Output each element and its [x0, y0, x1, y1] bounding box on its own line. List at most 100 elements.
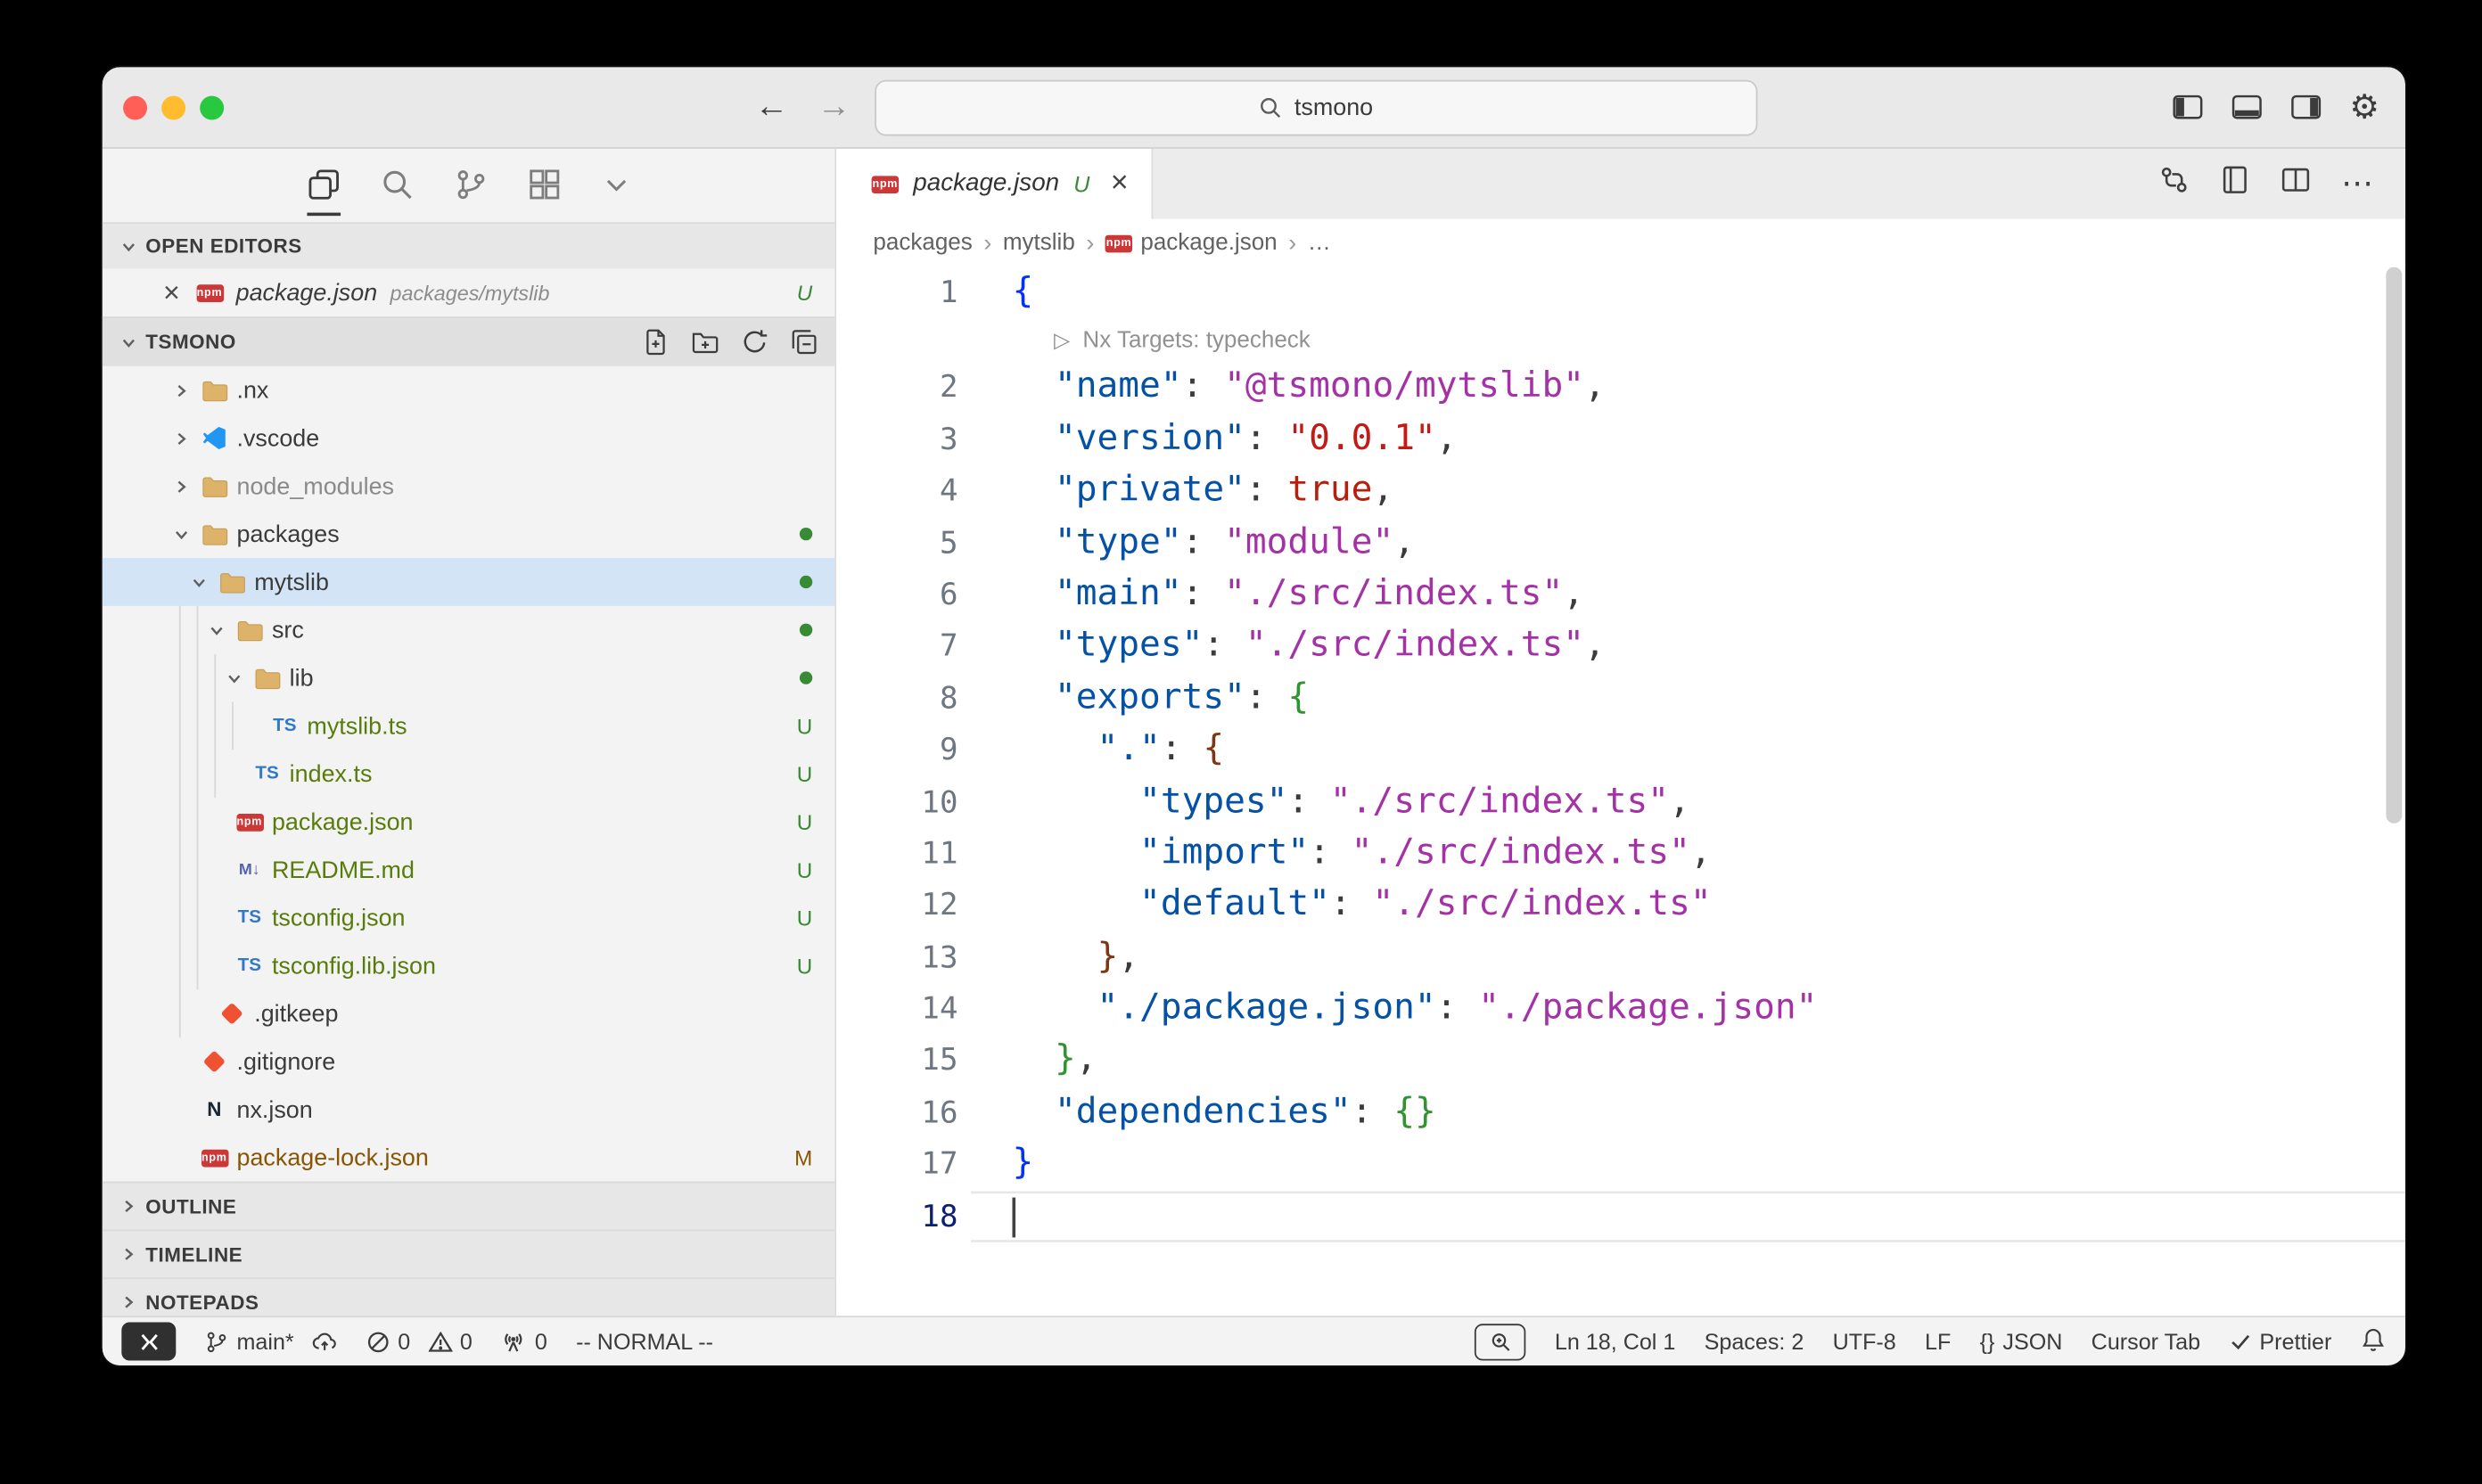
tree-item-tsconfig.lib.json[interactable]: TStsconfig.lib.jsonU: [103, 942, 835, 990]
tree-item-.vscode[interactable]: .vscode: [103, 414, 835, 463]
code-line-9: 9 ".": {: [836, 725, 2405, 776]
tree-item-package-lock.json[interactable]: npmpackage-lock.jsonM: [103, 1134, 835, 1182]
tree-item-packages[interactable]: packages: [103, 510, 835, 558]
chevron-icon: [121, 1295, 136, 1309]
command-center-search[interactable]: tsmono: [875, 80, 1757, 136]
tree-item-tsconfig.json[interactable]: TStsconfig.jsonU: [103, 894, 835, 942]
tab-git-badge: U: [1073, 171, 1089, 197]
code-editor[interactable]: 1{▷Nx Targets: typecheck2 "name": "@tsmo…: [836, 267, 2405, 1316]
notifications-bell-icon[interactable]: [2361, 1326, 2387, 1357]
language-item[interactable]: {}JSON: [1980, 1329, 2063, 1355]
tree-item-node_modules[interactable]: node_modules: [103, 462, 835, 510]
toggle-secondary-sidebar-icon[interactable]: [2290, 91, 2322, 123]
tab-package-json[interactable]: npm package.json U ×: [836, 149, 1152, 219]
twistie-icon: [174, 527, 188, 541]
eol-item[interactable]: LF: [1925, 1329, 1951, 1355]
git-status-badge: U: [797, 762, 812, 786]
tree-item-.nx[interactable]: .nx: [103, 366, 835, 414]
tree-item-src[interactable]: src: [103, 606, 835, 654]
toggle-sidebar-icon[interactable]: [2172, 91, 2204, 123]
collapse-folders-icon[interactable]: [790, 328, 818, 357]
more-actions-icon[interactable]: ⋯: [2341, 168, 2373, 200]
problems-item[interactable]: 0 0: [366, 1329, 472, 1355]
code-line-10: 10 "types": "./src/index.ts",: [836, 776, 2405, 828]
tree-item-label: .vscode: [236, 424, 319, 451]
tree-item-.gitignore[interactable]: .gitignore: [103, 1037, 835, 1086]
title-bar: ← → tsmono ⚙: [103, 67, 2405, 148]
refresh-explorer-icon[interactable]: [741, 328, 769, 357]
twistie-icon: [174, 430, 188, 445]
outline-section-header[interactable]: OUTLINE: [103, 1182, 835, 1230]
breadcrumb-separator: ›: [1086, 229, 1094, 256]
timeline-section-header[interactable]: TIMELINE: [103, 1229, 835, 1277]
tree-item-mytslib.ts[interactable]: TSmytslib.tsU: [103, 701, 835, 750]
explorer-section-header[interactable]: TSMONO: [103, 316, 835, 366]
ports-item[interactable]: 0: [501, 1329, 547, 1355]
tree-item-index.ts[interactable]: TSindex.tsU: [103, 750, 835, 798]
tree-item-mytslib[interactable]: mytslib: [103, 558, 835, 606]
twistie-icon: [174, 383, 188, 398]
contains-changes-dot: [800, 528, 812, 540]
open-editor-path: packages/mytslib: [390, 281, 550, 305]
tree-item-package.json[interactable]: npmpackage.jsonU: [103, 798, 835, 846]
breadcrumb-item[interactable]: mytslib: [1003, 230, 1075, 256]
zoom-indicator[interactable]: [1475, 1323, 1525, 1359]
split-editor-icon[interactable]: [2281, 165, 2311, 203]
settings-gear-icon[interactable]: ⚙: [2349, 90, 2379, 124]
codelens-nx-targets[interactable]: ▷Nx Targets: typecheck: [836, 319, 2405, 362]
formatter-item[interactable]: Prettier: [2229, 1329, 2331, 1355]
line-number: 7: [836, 621, 971, 673]
breadcrumb-item[interactable]: npmpackage.json: [1105, 230, 1278, 256]
contains-changes-dot: [800, 576, 812, 588]
tree-item-nx.json[interactable]: Nnx.json: [103, 1086, 835, 1134]
code-line-11: 11 "import": "./src/index.ts",: [836, 828, 2405, 880]
code-line-7: 7 "types": "./src/index.ts",: [836, 621, 2405, 673]
twistie-icon: [174, 479, 188, 493]
tree-item-README.md[interactable]: M↓README.mdU: [103, 846, 835, 894]
extensions-icon[interactable]: [527, 155, 561, 216]
close-window-button[interactable]: [123, 95, 147, 119]
navigate-back-icon[interactable]: ←: [755, 88, 789, 127]
zoom-window-button[interactable]: [200, 95, 224, 119]
code-line-4: 4 "private": true,: [836, 465, 2405, 517]
line-number: 4: [836, 465, 971, 517]
breadcrumb-item[interactable]: packages: [873, 230, 972, 256]
npm-icon: npm: [872, 175, 899, 193]
toggle-panel-icon[interactable]: [2231, 91, 2264, 123]
line-number: 9: [836, 725, 971, 776]
tree-item-label: .gitkeep: [254, 1000, 338, 1027]
minimize-window-button[interactable]: [161, 95, 185, 119]
views-chevron-icon[interactable]: [601, 155, 631, 216]
new-folder-icon[interactable]: [691, 328, 719, 357]
explorer-icon[interactable]: [307, 155, 341, 216]
open-editors-header[interactable]: OPEN EDITORS: [103, 222, 835, 268]
notebook-icon[interactable]: [2220, 165, 2250, 203]
indentation-item[interactable]: Spaces: 2: [1705, 1329, 1804, 1355]
cursor-position-item[interactable]: Ln 18, Col 1: [1555, 1329, 1675, 1355]
git-status-badge: U: [797, 857, 812, 881]
close-tab-icon[interactable]: ×: [1111, 167, 1129, 201]
new-file-icon[interactable]: [641, 328, 670, 357]
search-icon: [1259, 96, 1283, 120]
navigate-forward-icon[interactable]: →: [818, 88, 851, 127]
tree-item-label: packages: [236, 521, 339, 547]
encoding-item[interactable]: UTF-8: [1833, 1329, 1896, 1355]
tree-item-.gitkeep[interactable]: .gitkeep: [103, 989, 835, 1037]
breadcrumb-item[interactable]: …: [1308, 230, 1331, 256]
branch-item[interactable]: main*: [205, 1329, 338, 1355]
open-editor-item[interactable]: × npm package.json packages/mytslib U: [103, 268, 835, 316]
search-view-icon[interactable]: [380, 155, 414, 216]
source-control-icon[interactable]: [454, 155, 488, 216]
tree-item-label: nx.json: [236, 1096, 312, 1123]
close-editor-icon[interactable]: ×: [163, 275, 180, 309]
breadcrumbs: packages›mytslib›npmpackage.json›…: [836, 219, 2405, 267]
remote-indicator[interactable]: [121, 1322, 176, 1360]
tab-title: package.json: [913, 169, 1059, 198]
line-number: 15: [836, 1035, 971, 1086]
tree-item-lib[interactable]: lib: [103, 654, 835, 702]
twistie-icon: [209, 623, 223, 637]
twistie-icon: [226, 671, 241, 685]
vim-mode-item[interactable]: -- NORMAL --: [576, 1329, 713, 1355]
cursor-tab-item[interactable]: Cursor Tab: [2092, 1329, 2200, 1355]
compare-changes-icon[interactable]: [2159, 165, 2190, 203]
